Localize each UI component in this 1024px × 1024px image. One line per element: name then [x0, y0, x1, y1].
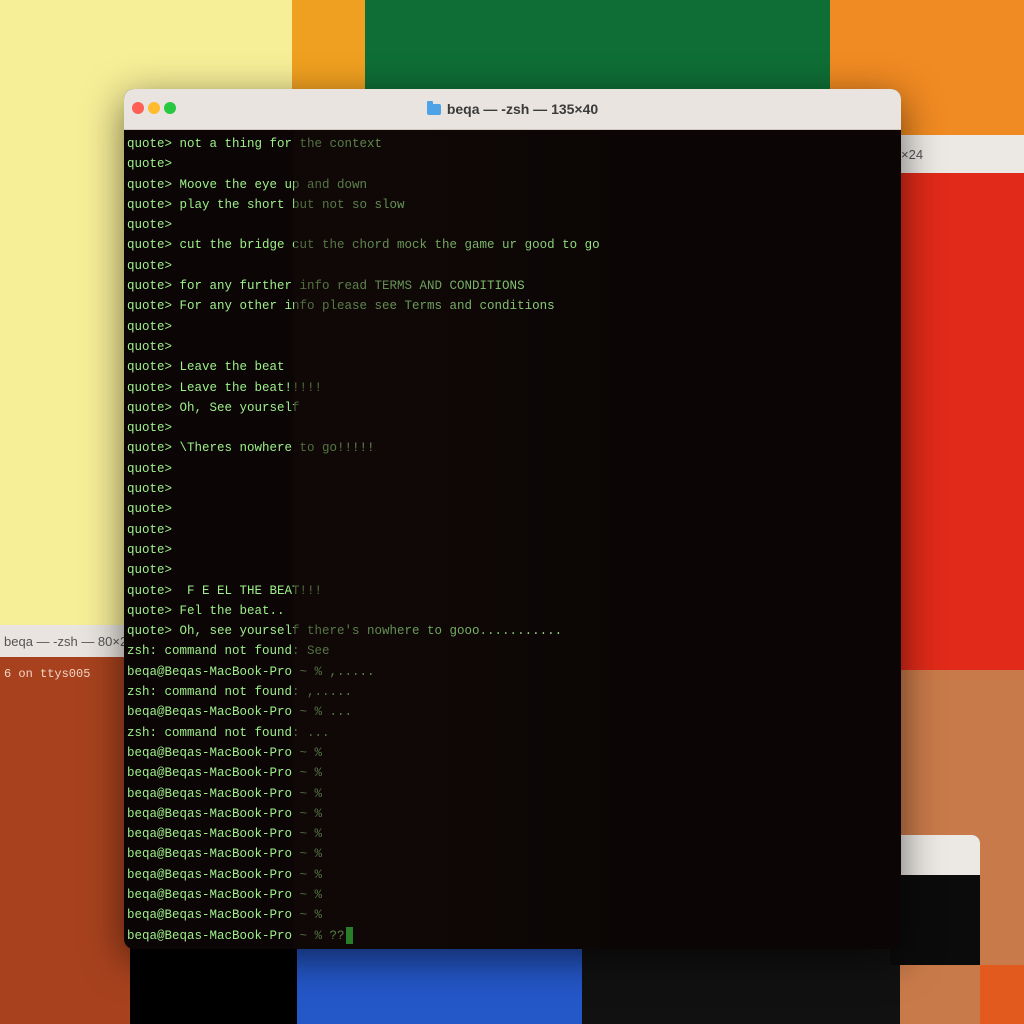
- terminal-line: quote> Fel the beat..: [127, 603, 285, 618]
- left-terminal-text: 6 on ttys005: [4, 667, 91, 681]
- right-terminal-titlebar[interactable]: ×24: [895, 135, 1024, 173]
- terminal-line: quote> \Theres nowhere to go!!!!!: [127, 441, 375, 456]
- terminal-line: quote>: [127, 461, 173, 476]
- terminal-output[interactable]: quote> not a thing for the context quote>…: [124, 130, 901, 949]
- right-terminal-title: ×24: [901, 146, 924, 162]
- terminal-line: zsh: command not found: ,.....: [127, 685, 353, 700]
- terminal-line: beqa@Beqas-MacBook-Pro ~ %: [127, 847, 323, 862]
- terminal-line: zsh: command not found: ...: [127, 725, 330, 740]
- terminal-line: beqa@Beqas-MacBook-Pro ~ % ...: [127, 705, 353, 720]
- terminal-line: quote>: [127, 157, 173, 172]
- terminal-line: quote> Oh, See yourself: [127, 400, 300, 415]
- bottom-right-window-titlebar[interactable]: [890, 835, 980, 875]
- text-cursor: [345, 926, 353, 944]
- terminal-line: quote>: [127, 319, 173, 334]
- close-button[interactable]: [132, 102, 144, 114]
- minimize-button[interactable]: [148, 102, 160, 114]
- terminal-line: beqa@Beqas-MacBook-Pro ~ %: [127, 766, 323, 781]
- terminal-line: beqa@Beqas-MacBook-Pro ~ %: [127, 827, 323, 842]
- terminal-line: quote>: [127, 522, 173, 537]
- left-terminal-title: beqa — -zsh — 80×24: [4, 633, 135, 649]
- folder-icon: [426, 100, 441, 115]
- right-terminal-window[interactable]: ×24: [895, 135, 1024, 670]
- terminal-line: quote>: [127, 258, 173, 273]
- terminal-line: quote> cut the bridge cut the chord mock…: [127, 238, 600, 253]
- terminal-title: beqa — -zsh — 135×40: [446, 101, 599, 117]
- wallpaper-orange-strip: [292, 0, 367, 90]
- terminal-line: quote> Leave the beat: [127, 360, 285, 375]
- terminal-prompt-text: beqa@Beqas-MacBook-Pro ~ % ??: [127, 928, 345, 943]
- terminal-line: quote> F E EL THE BEAT!!!: [127, 583, 323, 598]
- wallpaper-green: [365, 0, 830, 90]
- zoom-button[interactable]: [164, 102, 176, 114]
- terminal-line: quote>: [127, 502, 173, 517]
- terminal-line: quote> not a thing for the context: [127, 137, 383, 151]
- wallpaper-bottom-blue: [297, 945, 582, 1024]
- terminal-line: quote>: [127, 482, 173, 497]
- terminal-line: quote> For any other info please see Ter…: [127, 299, 555, 314]
- terminal-line: quote> Oh, see yourself there's nowhere …: [127, 624, 563, 639]
- terminal-line: zsh: command not found: See: [127, 644, 330, 659]
- terminal-window[interactable]: beqa — -zsh — 135×40 quote> not a thing …: [124, 89, 901, 949]
- terminal-line: quote>: [127, 218, 173, 233]
- terminal-title-group: beqa — -zsh — 135×40: [124, 100, 901, 117]
- left-terminal-titlebar[interactable]: beqa — -zsh — 80×24: [0, 625, 134, 657]
- left-terminal-window[interactable]: beqa — -zsh — 80×24 6 on ttys005: [0, 625, 134, 945]
- wallpaper-bottom-right-orange: [980, 965, 1024, 1024]
- terminal-prompt-line[interactable]: beqa@Beqas-MacBook-Pro ~ % ??: [127, 926, 901, 946]
- terminal-line: quote> play the short but not so slow: [127, 197, 405, 212]
- terminal-line: beqa@Beqas-MacBook-Pro ~ %: [127, 867, 323, 882]
- terminal-line: quote>: [127, 563, 173, 578]
- terminal-line: quote> for any further info read TERMS A…: [127, 279, 525, 294]
- terminal-titlebar[interactable]: beqa — -zsh — 135×40: [124, 89, 901, 130]
- terminal-line: quote> Moove the eye up and down: [127, 177, 368, 192]
- terminal-line: quote>: [127, 421, 173, 436]
- terminal-line: beqa@Beqas-MacBook-Pro ~ %: [127, 806, 323, 821]
- terminal-line: beqa@Beqas-MacBook-Pro ~ %: [127, 745, 323, 760]
- terminal-line: beqa@Beqas-MacBook-Pro ~ %: [127, 908, 323, 923]
- terminal-line: quote>: [127, 339, 173, 354]
- terminal-line: beqa@Beqas-MacBook-Pro ~ %: [127, 786, 323, 801]
- terminal-line: beqa@Beqas-MacBook-Pro ~ % ,.....: [127, 664, 375, 679]
- terminal-line: quote>: [127, 542, 173, 557]
- terminal-line: quote> Leave the beat!!!!!: [127, 380, 323, 395]
- terminal-line: beqa@Beqas-MacBook-Pro ~ %: [127, 887, 323, 902]
- bottom-right-window[interactable]: [890, 835, 980, 965]
